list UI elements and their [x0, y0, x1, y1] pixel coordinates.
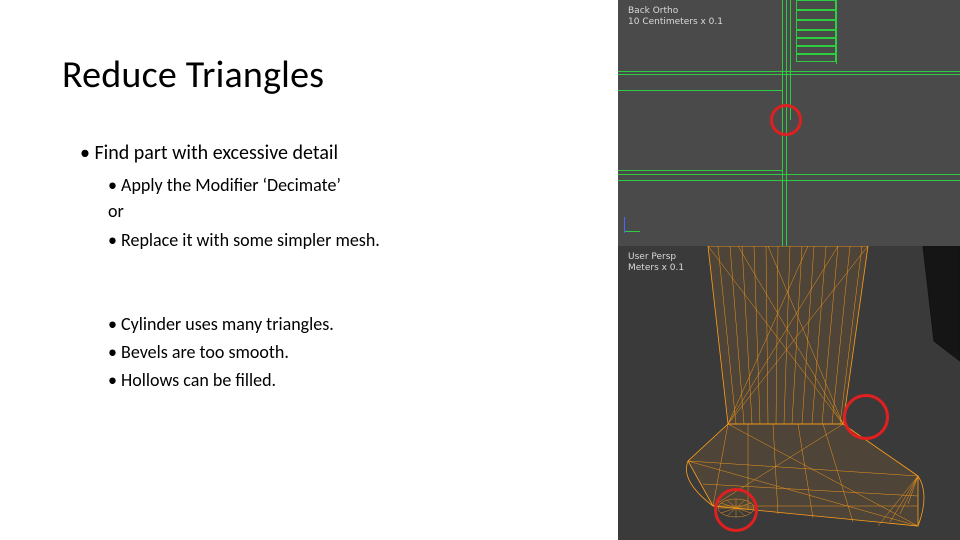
- axis-y-icon: [624, 217, 625, 233]
- viewport-persp: User Persp Meters x 0.1: [618, 246, 960, 540]
- wireframe-box: [796, 20, 836, 30]
- viewport-ortho-label: Back Ortho 10 Centimeters x 0.1: [628, 6, 723, 28]
- wireframe-line: [836, 0, 837, 64]
- bullet-lvl2-hollows: Hollows can be filled.: [108, 368, 560, 392]
- wireframe-box: [796, 10, 836, 20]
- wireframe-line: [618, 71, 960, 72]
- text-or: or: [108, 199, 560, 223]
- wireframe-line: [618, 174, 960, 175]
- annotation-circle: [770, 104, 802, 136]
- wireframe-box: [796, 54, 836, 62]
- wireframe-box: [796, 38, 836, 46]
- axis-x-icon: [624, 231, 640, 232]
- bullet-lvl2-replace: Replace it with some simpler mesh.: [108, 228, 560, 252]
- wireframe-line: [618, 180, 960, 181]
- viewport-ortho: Back Ortho 10 Centimeters x 0.1: [618, 0, 960, 246]
- slide-title: Reduce Triangles: [62, 52, 324, 98]
- slide: Reduce Triangles Find part with excessiv…: [0, 0, 960, 540]
- bullet-lvl2-decimate: Apply the Modifier ‘Decimate’: [108, 173, 560, 197]
- wireframe-line: [790, 0, 791, 120]
- wireframe-box: [796, 0, 836, 10]
- annotation-circle: [843, 394, 889, 440]
- mesh-wireframe-icon: [618, 246, 960, 540]
- annotation-circle: [714, 488, 758, 532]
- spacing: [80, 252, 560, 308]
- slide-body: Find part with excessive detail Apply th…: [80, 140, 560, 393]
- wireframe-box: [796, 46, 836, 54]
- bullet-lvl1-find-part: Find part with excessive detail: [80, 140, 560, 167]
- viewport-ortho-line2: 10 Centimeters x 0.1: [628, 17, 723, 28]
- bullet-lvl2-bevels: Bevels are too smooth.: [108, 340, 560, 364]
- wireframe-box: [796, 30, 836, 38]
- viewport-ortho-line1: Back Ortho: [628, 6, 723, 17]
- wireframe-line: [618, 90, 783, 91]
- wireframe-line: [618, 170, 783, 171]
- wireframe-line: [618, 74, 960, 75]
- bullet-lvl2-cylinder: Cylinder uses many triangles.: [108, 312, 560, 336]
